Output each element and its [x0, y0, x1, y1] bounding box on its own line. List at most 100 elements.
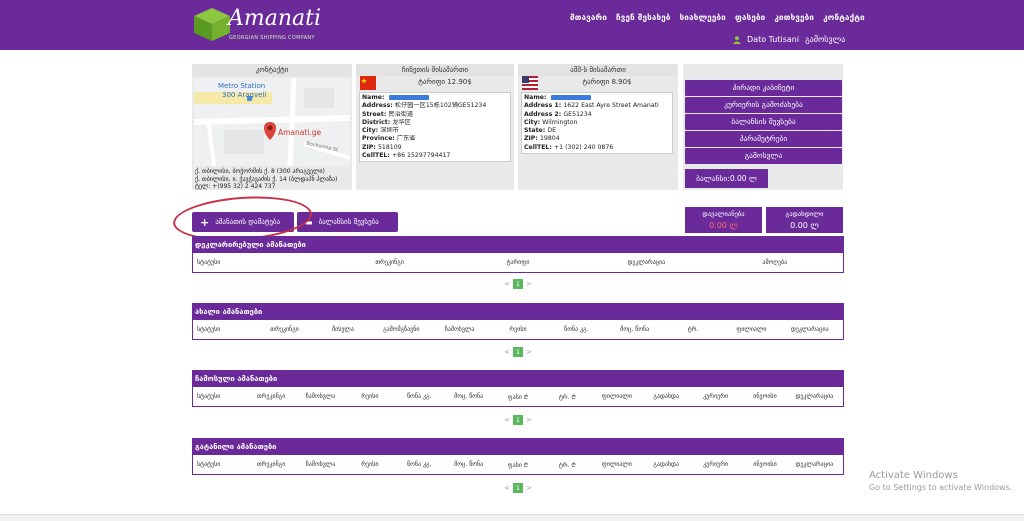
address-field[interactable]: Address 2: GE51234 — [524, 111, 670, 119]
column-header[interactable]: თრეკინგი — [325, 259, 453, 266]
column-header[interactable]: მისვლა — [314, 326, 372, 333]
logo-text[interactable]: Amanati — [228, 6, 321, 31]
column-header[interactable]: ჩამოსვლა — [296, 393, 345, 400]
column-header[interactable]: ჩამოსვლა — [430, 326, 488, 333]
logout-button[interactable]: გამოსვლა — [685, 148, 842, 164]
next-page[interactable]: > — [526, 416, 532, 424]
column-header[interactable]: ფასი ₾ — [493, 461, 542, 469]
column-header[interactable]: ინვოისი — [740, 393, 789, 400]
column-header[interactable]: მოც. წონა — [444, 393, 493, 400]
address-field[interactable]: City: 深圳市 — [362, 127, 508, 135]
usa-address-box[interactable]: Name: Address 1: 1622 East Ayre Street A… — [521, 92, 673, 155]
address-field[interactable]: Address: 松仔园一区15栋102铺GE51234 — [362, 102, 508, 110]
address-field[interactable]: Address 1: 1622 East Ayre Street Amanati — [524, 102, 670, 110]
column-header[interactable]: დეკლარაცია — [790, 461, 839, 468]
column-header[interactable]: დეკლარაცია — [582, 259, 710, 266]
address-field[interactable]: CellTEL: +86 15297794417 — [362, 152, 508, 160]
column-header[interactable]: ფილიალი — [592, 461, 641, 468]
usa-tariff: ტარიფი 8.90$ — [582, 78, 632, 86]
field-value: 民治街道 — [388, 110, 414, 118]
address-field[interactable]: State: DE — [524, 127, 670, 135]
column-header[interactable]: კურიერი — [691, 393, 740, 400]
column-header[interactable]: ფილიალი — [722, 326, 780, 333]
column-header[interactable]: რეისი — [345, 461, 394, 468]
address-field[interactable]: City: Wilmington — [524, 119, 670, 127]
column-header[interactable]: წონა კგ. — [395, 461, 444, 468]
prev-page[interactable]: < — [504, 416, 510, 424]
column-header[interactable]: წონა კგ. — [395, 393, 444, 400]
panel-title: გატანილი ამანათები — [192, 438, 844, 455]
nav-news[interactable]: სიახლეები — [680, 13, 726, 22]
address-field[interactable]: Name: — [362, 94, 508, 102]
field-value: 松仔园一区15栋102铺GE51234 — [394, 102, 487, 110]
column-header[interactable]: დეკლარაცია — [781, 326, 839, 333]
top-up-button[interactable]: ▬ ბალანსის შევსება — [297, 212, 398, 232]
china-address-box[interactable]: Name: Address: 松仔园一区15栋102铺GE51234 Street… — [359, 92, 511, 163]
column-header[interactable]: ამოღება — [711, 259, 839, 266]
field-value: Wilmington — [542, 118, 578, 126]
column-header[interactable]: ტარიფი — [454, 259, 582, 266]
address-field[interactable]: District: 龙华区 — [362, 119, 508, 127]
current-page[interactable]: 1 — [513, 483, 523, 493]
personal-cabinet-button[interactable]: პირადი კაბინეტი — [685, 80, 842, 96]
column-header[interactable]: რეისი — [345, 393, 394, 400]
courier-call-button[interactable]: კურიერის გამოძახება — [685, 97, 842, 113]
balance-display[interactable]: ბალანსი:0.00 ლ — [685, 169, 768, 188]
nav-contact[interactable]: კონტაქტი — [823, 13, 865, 22]
column-header[interactable]: თრეკინგი — [246, 461, 295, 468]
settings-button[interactable]: პარამეტრები — [685, 131, 842, 147]
column-header[interactable]: გადახდა — [642, 461, 691, 468]
column-header[interactable]: რეისი — [489, 326, 547, 333]
balance-topup-button[interactable]: ბალანსის შევსება — [685, 114, 842, 130]
nav-home[interactable]: მთავარი — [570, 13, 607, 22]
prev-page[interactable]: < — [504, 484, 510, 492]
field-value: 广东省 — [396, 135, 416, 143]
column-header[interactable]: მოც. წონა — [606, 326, 664, 333]
column-header[interactable]: ფილიალი — [592, 393, 641, 400]
logout-link[interactable]: გამოსვლა — [805, 35, 845, 44]
column-header[interactable]: წონა კგ. — [547, 326, 605, 333]
nav-prices[interactable]: ფასები — [735, 13, 765, 22]
address-field[interactable]: ZIP: 19804 — [524, 135, 670, 143]
nav-about[interactable]: ჩვენ შესახებ — [616, 13, 671, 22]
column-header[interactable]: ტრ. — [664, 326, 722, 333]
current-page[interactable]: 1 — [513, 347, 523, 357]
address-field[interactable]: Province: 广东省 — [362, 135, 508, 143]
field-value: DE — [547, 127, 557, 135]
column-header[interactable]: ჩამოსვლა — [296, 461, 345, 468]
column-header[interactable]: სტატუსი — [197, 259, 325, 266]
column-header[interactable]: სტატუსი — [197, 393, 246, 400]
column-header[interactable]: სტატუსი — [197, 461, 246, 468]
column-header[interactable]: ფასი ₾ — [493, 393, 542, 401]
column-header[interactable]: გადახდა — [642, 393, 691, 400]
column-header[interactable]: ტრ. ₾ — [543, 461, 592, 469]
user-name[interactable]: Dato Tutisani — [747, 35, 799, 44]
column-header[interactable]: მოც. წონა — [444, 461, 493, 468]
address-field[interactable]: Name: — [524, 94, 670, 102]
prev-page[interactable]: < — [504, 280, 510, 288]
column-header[interactable]: სტატუსი — [197, 326, 255, 333]
map[interactable]: Metro Station 300 Aragveli Amanati.ge Bo… — [194, 78, 350, 166]
next-page[interactable]: > — [526, 280, 532, 288]
next-page[interactable]: > — [526, 348, 532, 356]
nav-faq[interactable]: კითხვები — [774, 13, 814, 22]
current-page[interactable]: 1 — [513, 279, 523, 289]
column-header[interactable]: კურიერი — [691, 461, 740, 468]
address-field[interactable]: Street: 民治街道 — [362, 111, 508, 119]
current-page[interactable]: 1 — [513, 415, 523, 425]
next-page[interactable]: > — [526, 484, 532, 492]
field-key: CellTEL: — [524, 143, 554, 151]
address-field[interactable]: CellTEL: +1 (302) 240 0876 — [524, 144, 670, 152]
column-header[interactable]: თრეკინგი — [246, 393, 295, 400]
logo-box-icon[interactable] — [192, 4, 232, 42]
prev-page[interactable]: < — [504, 348, 510, 356]
column-header[interactable]: თრეკინგი — [255, 326, 313, 333]
address-field[interactable]: ZIP: 518109 — [362, 144, 508, 152]
column-header[interactable]: გამომგზავნი — [372, 326, 430, 333]
column-header[interactable]: ინვოისი — [740, 461, 789, 468]
address-line-2: ქ. თბილისი, ი. ჭავჭავაძის ქ. 14 (ბლდაპნ … — [195, 175, 338, 183]
contacts-card: კონტაქტი Metro Station 300 Aragveli Aman… — [192, 64, 352, 190]
map-pin-icon[interactable] — [264, 122, 276, 140]
column-header[interactable]: ტრ. ₾ — [543, 393, 592, 401]
column-header[interactable]: დეკლარაცია — [790, 393, 839, 400]
